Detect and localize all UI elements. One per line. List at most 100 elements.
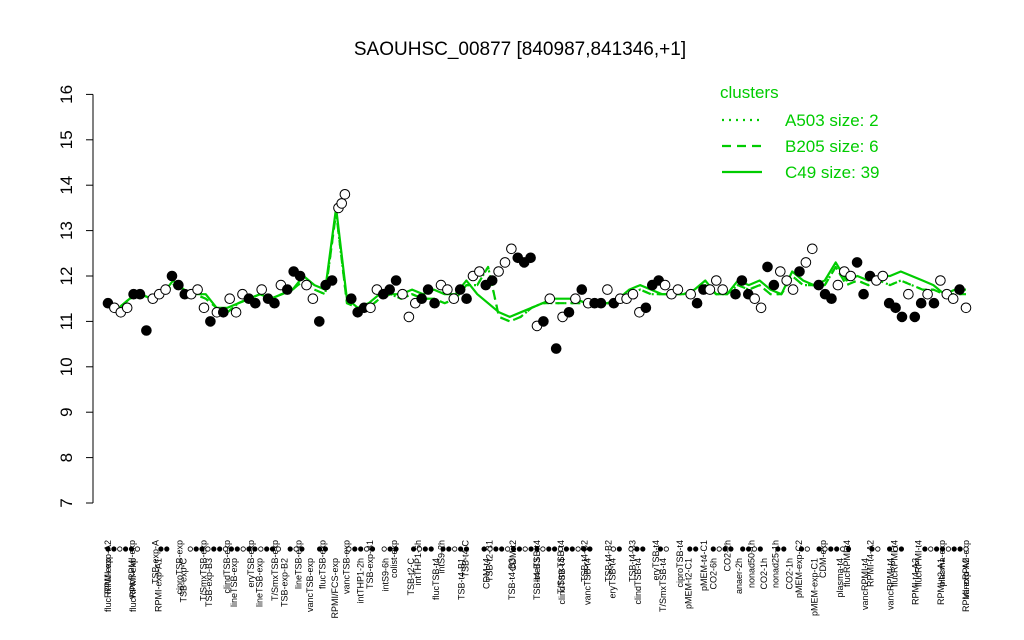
strip-dot [710, 546, 716, 552]
chart: SAOUHSC_00877 [840987,841346,+1] 7 8 9 10 11… [57, 39, 972, 619]
strip-dot [463, 546, 470, 552]
strip-dot [499, 546, 505, 552]
strip-dot [393, 546, 399, 552]
bottom-sample-label: TSB-t2-C [406, 558, 416, 596]
strip-dot [410, 546, 417, 552]
data-point [403, 311, 415, 323]
strip-dot [757, 546, 763, 552]
data-point [896, 311, 908, 323]
data-point [890, 302, 901, 314]
strip-dot [199, 546, 205, 552]
strip-dot [834, 546, 840, 552]
data-point [141, 325, 152, 336]
strip-dot [869, 546, 875, 552]
data-point [781, 275, 793, 286]
data-point [903, 288, 914, 300]
y-tick-label: 9 [57, 407, 76, 416]
strip-dot [546, 546, 552, 552]
bottom-sample-label: CO2-1h [759, 558, 769, 590]
legend: clusters A503 size: 2 B205 size: 6 C49 siz… [720, 83, 880, 182]
bottom-sample-label: TSB-t4-B3 [532, 558, 542, 600]
strip-dot [839, 546, 846, 552]
data-point [685, 288, 697, 300]
strip-dot [716, 546, 722, 552]
cluster-lines [107, 206, 966, 323]
data-point [160, 284, 171, 295]
data-point [307, 293, 319, 305]
data-point [570, 293, 581, 305]
strip-dot [481, 546, 487, 552]
legend-label: C49 size: 39 [785, 163, 880, 182]
data-point [192, 284, 203, 295]
data-point [448, 293, 460, 305]
data-point [474, 266, 485, 277]
data-point [429, 297, 440, 309]
bottom-sample-label: plasma-t4 [835, 558, 845, 598]
data-point [397, 288, 408, 300]
series-line-solid [107, 206, 966, 318]
data-point [486, 275, 498, 286]
data-point [826, 293, 837, 305]
strip-dot [363, 546, 370, 552]
bottom-sample-label: flucRPMI-exp [128, 558, 138, 612]
strip-dot [493, 546, 499, 552]
legend-label: A503 size: 2 [785, 111, 879, 130]
strip-dot [828, 546, 834, 552]
data-point [749, 293, 761, 305]
strip-dot [293, 546, 299, 552]
strip-dot [134, 546, 140, 552]
strip-dot [928, 546, 934, 552]
strip-dot [557, 546, 564, 552]
data-point [442, 284, 453, 295]
strip-dot [452, 546, 458, 552]
strip-dot [945, 546, 952, 552]
bottom-sample-label: RPMI-t4-A2 [911, 558, 921, 605]
strip-dot [822, 546, 828, 552]
data-point [301, 279, 312, 291]
bottom-sample-label: TSB-t4-B1 [456, 558, 466, 600]
bottom-sample-label: intTHP1-2h [355, 558, 365, 604]
data-point [339, 189, 351, 200]
bottom-sample-label: vancTSB-exp [305, 558, 315, 612]
bottom-sample-label: TSB-exp-B2 [280, 558, 290, 607]
data-point [538, 316, 549, 327]
y-tick-label: 12 [57, 267, 76, 286]
top-sample-label: pMEM-t4-C1 [699, 540, 709, 591]
data-point [672, 284, 684, 295]
strip-dot [369, 546, 376, 552]
strip-dot [234, 546, 240, 552]
strip-dot [693, 546, 699, 552]
y-tick-label: 10 [57, 357, 76, 376]
bottom-sample-label: lineTSB-exp [254, 558, 264, 607]
data-point [336, 198, 348, 209]
bottom-sample-label: vancRPMI-t4 [860, 558, 870, 610]
chart-title: SAOUHSC_00877 [840987,841346,+1] [354, 39, 686, 60]
data-point [800, 257, 812, 268]
y-tick-label: 15 [57, 130, 76, 149]
strip-dot [416, 546, 423, 552]
data-point [454, 284, 466, 295]
bottom-sample-label: TSB-exp-B3 [204, 558, 214, 607]
strip-dot [440, 546, 446, 552]
bottom-sample-label: anaer-2h [734, 558, 744, 594]
data-point [851, 257, 863, 268]
strip-dot [387, 546, 393, 552]
data-point [461, 293, 472, 305]
top-sample-label: CO2-2h [723, 540, 733, 572]
sample-points [102, 189, 972, 354]
y-tick-label: 14 [57, 176, 76, 195]
strip-dot [610, 546, 617, 552]
data-point [525, 252, 536, 264]
data-point [544, 293, 556, 305]
y-axis: 7 8 9 10 11 12 13 14 15 16 [57, 85, 94, 508]
data-point [493, 266, 504, 277]
strip-dot [105, 546, 111, 552]
data-point [787, 284, 799, 295]
strip-dot [798, 546, 805, 552]
strip-dot [128, 546, 135, 552]
strip-dot [528, 546, 534, 552]
legend-label: B205 size: 6 [785, 137, 879, 156]
strip-dot [316, 546, 323, 552]
strip-dot [728, 546, 734, 552]
strip-dot [111, 546, 117, 552]
